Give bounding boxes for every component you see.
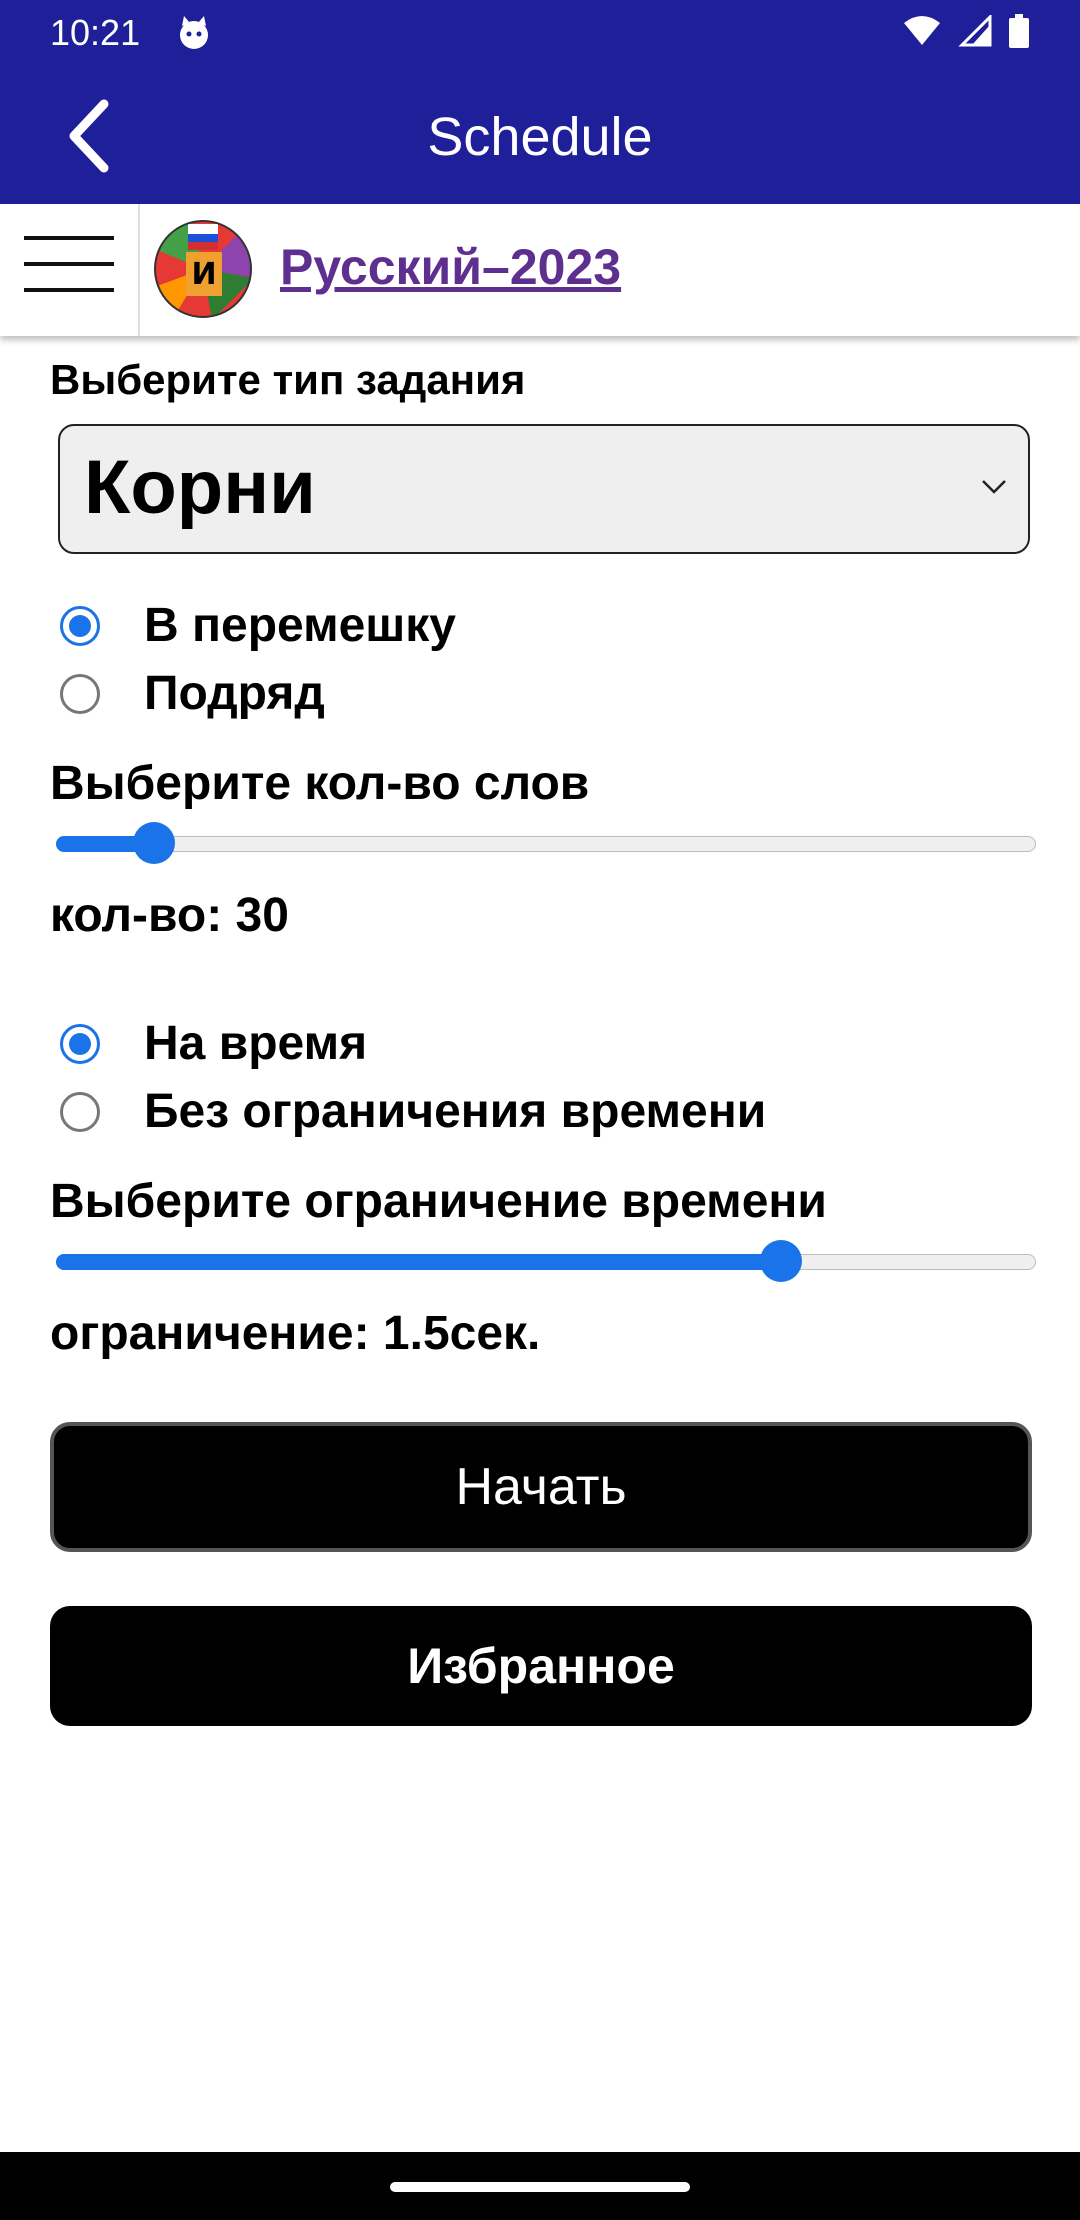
start-button[interactable]: Начать [50, 1422, 1032, 1552]
radio-untimed[interactable] [60, 1091, 100, 1132]
wifi-icon [904, 16, 940, 45]
status-bar: 10:21 [0, 0, 1080, 68]
header-divider [138, 204, 140, 336]
svg-text:И: И [191, 257, 216, 292]
app-bar: Schedule [0, 68, 1080, 204]
system-navigation-bar [0, 2152, 1080, 2220]
home-gesture-handle[interactable] [390, 2182, 690, 2192]
radio-row-shuffled[interactable]: В перемешку [60, 598, 456, 653]
radio-timed[interactable] [60, 1023, 100, 1064]
slider-thumb[interactable] [133, 822, 175, 864]
site-header: И Русский–2023 [0, 204, 1080, 336]
words-count-slider[interactable] [56, 822, 1036, 866]
status-time: 10:21 [50, 12, 141, 53]
site-logo[interactable]: И [152, 218, 254, 320]
task-type-label: Выберите тип задания [50, 356, 526, 403]
task-type-selected-value: Корни [84, 445, 316, 530]
radio-shuffled[interactable] [60, 605, 100, 646]
radio-sequential[interactable] [60, 673, 100, 714]
slider-fill [56, 1254, 781, 1270]
battery-icon [1009, 14, 1029, 48]
radio-row-timed[interactable]: На время [60, 1016, 367, 1071]
favorites-button[interactable]: Избранное [50, 1606, 1032, 1726]
words-count-value: кол-во: 30 [50, 889, 289, 942]
task-type-select[interactable]: Корни [58, 424, 1030, 554]
chevron-down-icon [982, 480, 1006, 494]
notification-cat-icon [180, 16, 208, 49]
slider-thumb[interactable] [760, 1240, 802, 1282]
radio-untimed-label: Без ограничения времени [144, 1085, 767, 1138]
time-limit-slider[interactable] [56, 1240, 1036, 1284]
words-count-label: Выберите кол-во слов [50, 757, 590, 810]
signal-icon [958, 15, 992, 47]
radio-sequential-label: Подряд [144, 667, 325, 720]
slider-track [56, 836, 1036, 852]
hamburger-menu-icon[interactable] [24, 236, 114, 306]
site-title-link[interactable]: Русский–2023 [280, 238, 621, 296]
app-bar-title: Schedule [427, 107, 653, 167]
time-limit-label: Выберите ограничение времени [50, 1175, 827, 1228]
radio-row-untimed[interactable]: Без ограничения времени [60, 1084, 766, 1139]
radio-timed-label: На время [144, 1017, 368, 1070]
radio-shuffled-label: В перемешку [144, 599, 456, 652]
time-limit-value: ограничение: 1.5сек. [50, 1307, 541, 1360]
radio-row-sequential[interactable]: Подряд [60, 666, 325, 721]
